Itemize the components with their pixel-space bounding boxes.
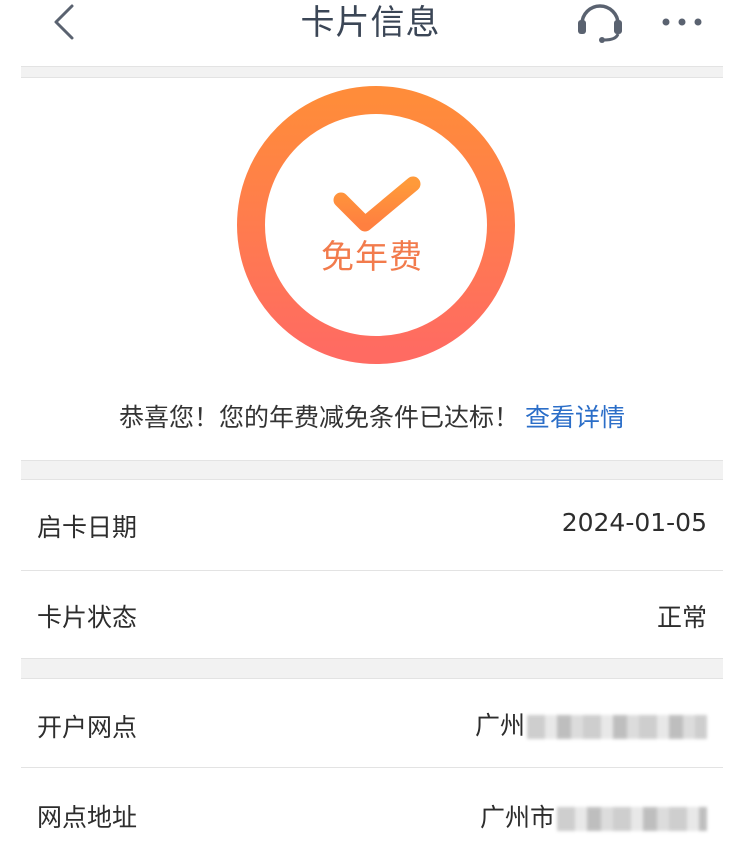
card-open-date-row: 启卡日期 2024-01-05 bbox=[21, 480, 723, 570]
checkmark-icon bbox=[333, 176, 421, 232]
header-bar: 卡片信息 bbox=[0, 0, 741, 66]
view-details-link[interactable]: 查看详情 bbox=[525, 403, 625, 432]
branch-address-row: 网点地址 广州市 bbox=[21, 768, 723, 856]
row-value: 正常 bbox=[656, 603, 707, 632]
row-label: 启卡日期 bbox=[37, 513, 138, 542]
card-status-row: 卡片状态 正常 bbox=[21, 571, 723, 658]
more-dots-icon bbox=[662, 18, 702, 26]
branch-address-prefix: 广州市 bbox=[479, 803, 555, 832]
page-title: 卡片信息 bbox=[300, 3, 441, 43]
row-value: 2024-01-05 bbox=[561, 508, 707, 537]
row-label: 网点地址 bbox=[37, 803, 138, 832]
row-value: 广州市 bbox=[480, 798, 707, 834]
notice-message: 恭喜您！您的年费减免条件已达标！ bbox=[118, 403, 519, 432]
branch-row: 开户网点 广州 bbox=[21, 679, 723, 767]
row-label: 开户网点 bbox=[37, 713, 138, 742]
redacted-text bbox=[557, 807, 707, 831]
customer-service-button[interactable] bbox=[572, 0, 628, 44]
more-button[interactable] bbox=[656, 0, 708, 44]
headset-icon bbox=[578, 4, 622, 43]
notice-text: 恭喜您！您的年费减免条件已达标！ 查看详情 bbox=[21, 398, 723, 434]
row-label: 卡片状态 bbox=[37, 603, 138, 632]
branch-name-prefix: 广州 bbox=[474, 711, 525, 740]
annual-fee-badge-section: 免年费 恭喜您！您的年费减免条件已达标！ 查看详情 bbox=[21, 78, 723, 460]
section-separator bbox=[21, 66, 723, 78]
fee-waived-label: 免年费 bbox=[321, 237, 423, 276]
row-value: 广州 bbox=[475, 706, 707, 742]
redacted-text bbox=[527, 715, 707, 739]
section-separator bbox=[21, 460, 723, 480]
section-separator bbox=[21, 658, 723, 679]
